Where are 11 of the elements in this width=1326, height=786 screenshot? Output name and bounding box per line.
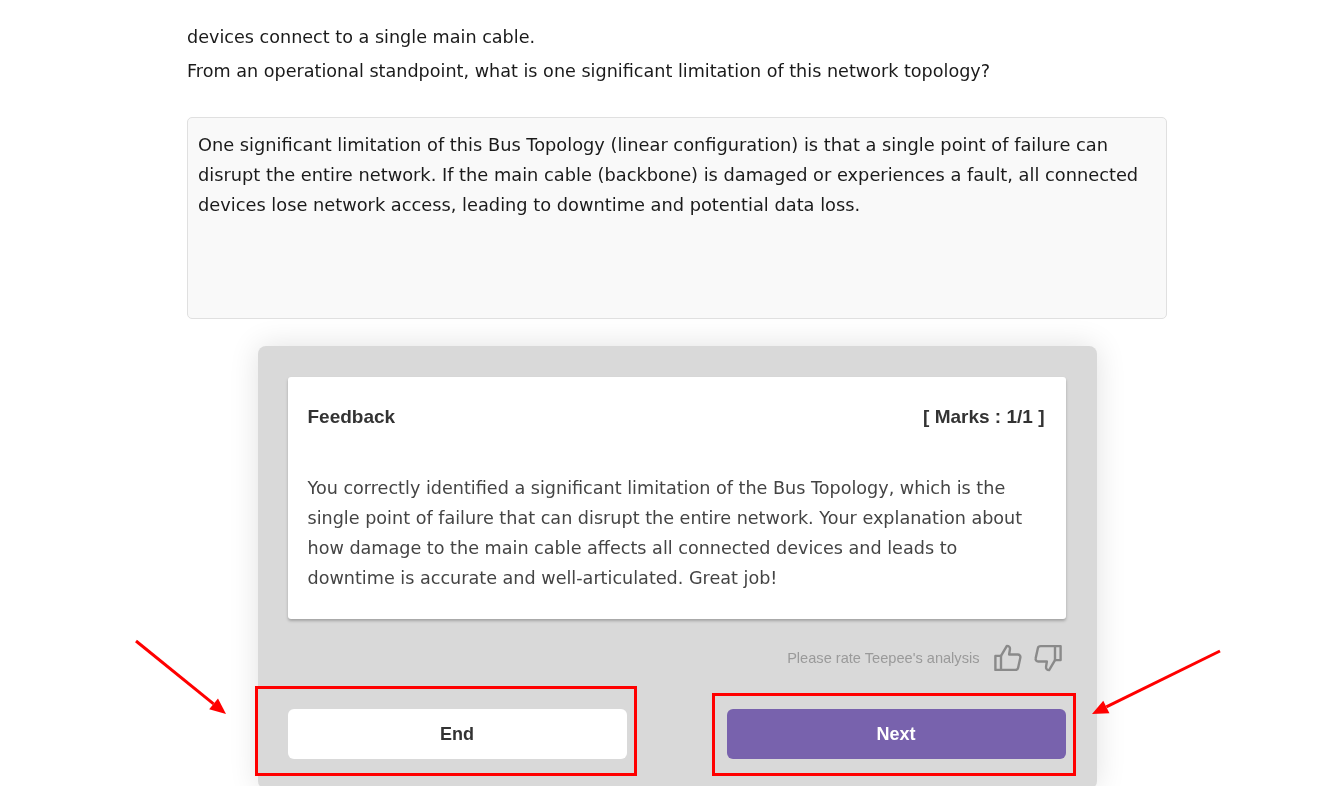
thumbs-up-icon[interactable]: [993, 644, 1022, 672]
feedback-text: You correctly identified a significant limitation of the Bus Topology, which is the single point of failure that can disrupt the entire network. Your explanation about how damage to the main cable affects all connected devices and leads to downtime is accurate and well-articulated. Great job!: [307, 477, 1024, 590]
next-button[interactable]: Next: [726, 709, 1066, 759]
thumbs-down-icon[interactable]: [1033, 644, 1062, 672]
rating-prompt: Please rate Teepee's analysis: [787, 649, 980, 668]
answer-field[interactable]: One significant limitation of this Bus Topology (linear configuration) is that a single point of failure can disrupt the entire network. If the main cable (backbone) is damaged or experiences a fault, all connected devices lose network access, leading to downtime and potential data loss.: [187, 117, 1167, 319]
end-button[interactable]: End: [287, 709, 627, 759]
question-text: From an operational standpoint, what is one significant limitation of this network topology?: [187, 60, 991, 83]
marks-label: [ Marks : 1/1 ]: [923, 405, 1045, 429]
feedback-title: Feedback: [307, 405, 396, 429]
question-context-text: devices connect to a single main cable.: [187, 26, 536, 49]
